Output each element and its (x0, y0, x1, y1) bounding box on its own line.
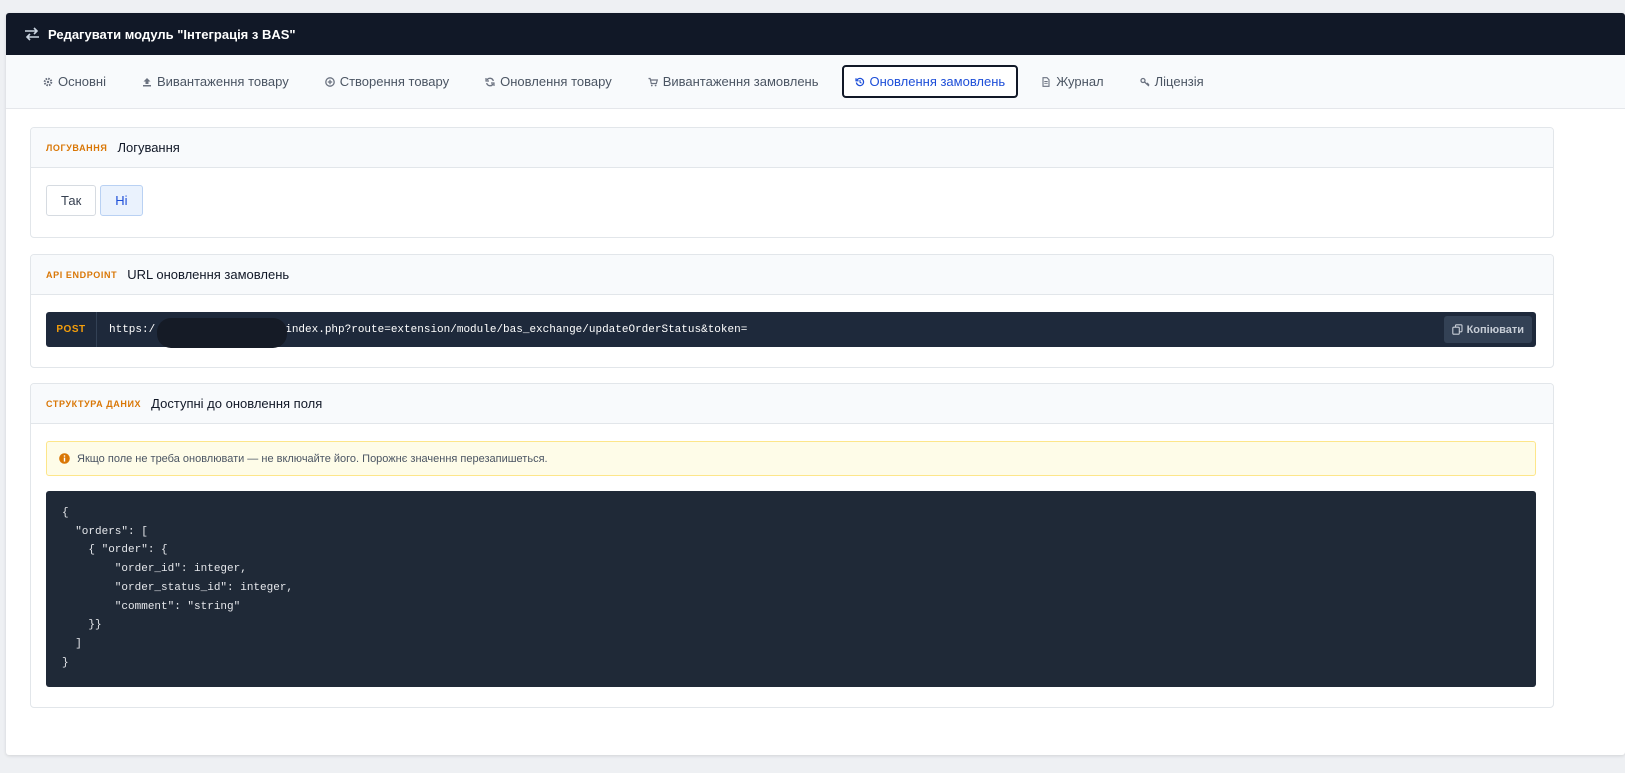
card-title: Доступні до оновлення поля (151, 396, 323, 411)
tab-label: Ліцензія (1154, 74, 1204, 89)
notice-text: Якщо поле не треба оновлювати — не включ… (77, 452, 548, 465)
plus-circle-icon (324, 76, 335, 87)
tab-label: Основні (58, 74, 106, 89)
structure-card: Структура даних Доступні до оновлення по… (30, 383, 1554, 708)
redaction-mark (157, 317, 287, 348)
tab-label: Створення товару (339, 74, 450, 89)
url-suffix: index.php?route=extension/module/bas_exc… (285, 323, 748, 336)
gear-icon (43, 77, 53, 86)
tab-label: Оновлення замовлень (869, 74, 1006, 89)
logging-card: Логування Логування Так Ні (30, 127, 1554, 238)
http-method-badge: POST (46, 312, 97, 347)
module-edit-panel: Редагувати модуль "Інтеграція з BAS" Осн… (6, 13, 1625, 755)
copy-icon (1451, 324, 1463, 335)
tab-label: Оновлення товару (500, 74, 612, 89)
json-code-block: { "orders": [ { "order": { "order_id": i… (46, 491, 1536, 687)
history-icon (854, 77, 864, 86)
tab-label: Вивантаження замовлень (662, 74, 819, 89)
info-notice: Якщо поле не треба оновлювати — не включ… (46, 441, 1536, 476)
card-title: Логування (117, 140, 180, 155)
upload-icon (143, 77, 151, 86)
card-title: URL оновлення замовлень (127, 267, 290, 282)
cart-icon (648, 77, 658, 86)
logging-yes-button[interactable]: Так (46, 185, 97, 216)
card-tag: API Endpoint (46, 269, 118, 280)
tab-product-export[interactable]: Вивантаження товару (129, 65, 302, 98)
copy-label: Копіювати (1466, 323, 1524, 336)
card-tag: Структура даних (46, 398, 142, 409)
logging-no-button[interactable]: Ні (100, 185, 143, 216)
tab-basic[interactable]: Основні (30, 65, 119, 98)
tab-label: Журнал (1056, 74, 1104, 89)
endpoint-card: API Endpoint URL оновлення замовлень POS… (30, 254, 1554, 368)
logging-toggle: Так Ні (46, 185, 143, 216)
panel-header: Редагувати модуль "Інтеграція з BAS" (6, 13, 1625, 55)
tab-product-update[interactable]: Оновлення товару (472, 65, 625, 98)
tab-journal[interactable]: Журнал (1028, 65, 1116, 98)
url-prefix: https:/ (109, 323, 156, 336)
tab-orders-update[interactable]: Оновлення замовлень (841, 65, 1019, 98)
document-icon (1042, 76, 1050, 87)
card-header: API Endpoint URL оновлення замовлень (31, 255, 1553, 295)
info-icon (59, 453, 70, 464)
card-header: Структура даних Доступні до оновлення по… (31, 384, 1553, 424)
refresh-icon (485, 77, 495, 86)
tab-license[interactable]: Ліцензія (1127, 65, 1217, 98)
copy-button[interactable]: Копіювати (1443, 316, 1532, 343)
card-tag: Логування (46, 142, 108, 153)
key-icon (1139, 77, 1150, 86)
tab-orders-export[interactable]: Вивантаження замовлень (635, 65, 832, 98)
page-title: Редагувати модуль "Інтеграція з BAS" (48, 26, 296, 42)
exchange-icon (25, 27, 39, 41)
card-header: Логування Логування (31, 128, 1553, 168)
endpoint-url[interactable]: https:/ index.php?route=extension/module/… (109, 317, 748, 348)
tab-bar: Основні Вивантаження товару Створення то… (6, 55, 1625, 109)
tab-label: Вивантаження товару (157, 74, 289, 89)
endpoint-url-box: POST https:/ index.php?route=extension/mo… (46, 312, 1536, 348)
tab-product-create[interactable]: Створення товару (312, 65, 462, 98)
